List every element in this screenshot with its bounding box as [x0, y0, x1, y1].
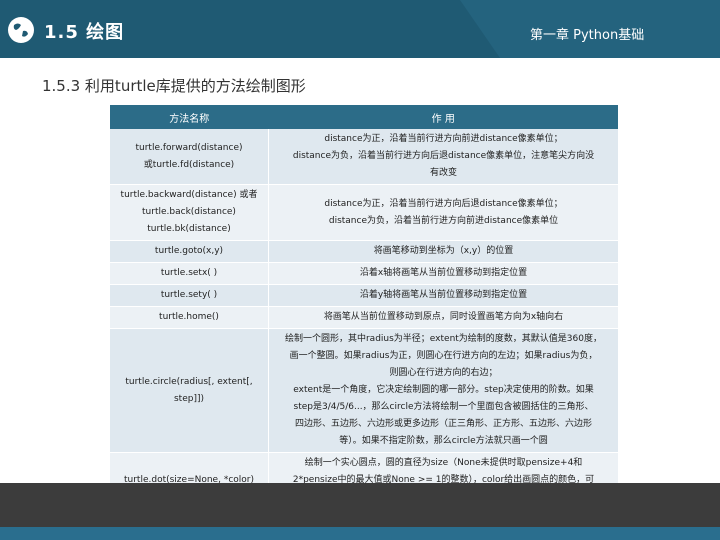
- column-header-effect: 作 用: [268, 105, 618, 129]
- section-title: 1.5 绘图: [44, 22, 125, 43]
- method-cell: turtle.backward(distance) 或者 turtle.back(…: [110, 184, 269, 241]
- table-row: turtle.sety( ) 沿着y轴将画笔从当前位置移动到指定位置: [110, 284, 618, 307]
- effect-line: 四边形、五边形、六边形或更多边形（正三角形、正方形、五边形、六边形: [294, 419, 592, 429]
- effect-cell: 绘制一个圆形，其中radius为半径；extent为绘制的度数，其默认值是360…: [268, 328, 618, 453]
- page-subtitle: 1.5.3 利用turtle库提供的方法绘制图形: [42, 77, 306, 95]
- table-row: turtle.home() 将画笔从当前位置移动到原点，同时设置画笔方向为x轴向右: [110, 306, 618, 329]
- effect-line: 绘制一个圆形，其中radius为半径；extent为绘制的度数，其默认值是360…: [284, 334, 602, 344]
- effect-line: 则圆心在行进方向的右边；: [389, 368, 498, 378]
- method-line: turtle.back(distance): [142, 207, 236, 217]
- effect-line: 将画笔从当前位置移动到原点，同时设置画笔方向为x轴向右: [323, 312, 564, 322]
- effect-cell: 将画笔移动到坐标为（x,y）的位置: [268, 240, 618, 263]
- footer-accent-line: [0, 527, 720, 540]
- effect-line: distance为正，沿着当前行进方向后退distance像素单位；: [324, 198, 563, 209]
- method-line: turtle.backward(distance) 或者: [120, 190, 258, 200]
- methods-table: 方法名称 作 用 turtle.forward(distance) 或turtle…: [110, 105, 618, 509]
- effect-line: 等）。如果不指定阶数，那么circle方法就只画一个圆: [339, 436, 548, 446]
- method-line: turtle.goto(x,y): [154, 246, 224, 256]
- effect-line: 画一个整圆。如果radius为正，则圆心在行进方向的左边；如果radius为负，: [289, 351, 598, 361]
- table-row: turtle.backward(distance) 或者 turtle.back(…: [110, 184, 618, 241]
- effect-cell: 沿着y轴将画笔从当前位置移动到指定位置: [268, 284, 618, 307]
- effect-line: 有改变: [429, 168, 457, 178]
- method-cell: turtle.forward(distance) 或turtle.fd(dista…: [110, 129, 269, 185]
- effect-line: 沿着y轴将画笔从当前位置移动到指定位置: [359, 290, 528, 300]
- effect-cell: distance为正，沿着当前行进方向后退distance像素单位； distan…: [268, 184, 618, 241]
- globe-icon: [8, 17, 34, 43]
- chapter-title: 第一章 Python基础: [530, 28, 645, 43]
- method-cell: turtle.setx( ): [110, 262, 269, 285]
- effect-line: distance为负，沿着当前行进方向后退distance像素单位，注意笔尖方向…: [292, 151, 595, 161]
- effect-cell: 将画笔从当前位置移动到原点，同时设置画笔方向为x轴向右: [268, 306, 618, 329]
- effect-line: distance为正，沿着当前行进方向前进distance像素单位；: [324, 134, 563, 144]
- method-line: turtle.setx( ): [160, 268, 218, 278]
- method-cell: turtle.sety( ): [110, 284, 269, 307]
- effect-line: 绘制一个实心圆点，圆的直径为size（None未提供时取pensize+4和: [304, 458, 583, 468]
- table-header-row: 方法名称 作 用: [110, 105, 618, 129]
- method-line: turtle.circle(radius[, extent[,: [125, 376, 253, 387]
- table-row: turtle.goto(x,y) 将画笔移动到坐标为（x,y）的位置: [110, 240, 618, 263]
- effect-line: extent是一个角度，它决定绘制圆的哪一部分。step决定使用的阶数。如果: [293, 385, 594, 395]
- table-row: turtle.circle(radius[, extent[, step]]) 绘制…: [110, 328, 618, 453]
- method-line: turtle.home(): [159, 312, 219, 322]
- header-notch: [460, 0, 500, 58]
- table-row: turtle.forward(distance) 或turtle.fd(dista…: [110, 129, 618, 185]
- method-line: turtle.forward(distance): [135, 142, 243, 153]
- table-row: turtle.setx( ) 沿着x轴将画笔从当前位置移动到指定位置: [110, 262, 618, 285]
- effect-line: 将画笔移动到坐标为（x,y）的位置: [373, 246, 514, 256]
- method-cell: turtle.goto(x,y): [110, 240, 269, 263]
- effect-line: distance为负，沿着当前行进方向前进distance像素单位: [328, 215, 559, 226]
- table-body: turtle.forward(distance) 或turtle.fd(dista…: [110, 129, 618, 509]
- effect-line: step是3/4/5/6...，那么circle方法将绘制一个里面包含被圆括住的…: [293, 402, 594, 412]
- method-line: turtle.sety( ): [160, 290, 218, 300]
- effect-cell: 沿着x轴将画笔从当前位置移动到指定位置: [268, 262, 618, 285]
- effect-cell: distance为正，沿着当前行进方向前进distance像素单位； distan…: [268, 129, 618, 185]
- method-cell: turtle.circle(radius[, extent[, step]]): [110, 328, 269, 453]
- method-line: 或turtle.fd(distance): [143, 159, 235, 170]
- method-cell: turtle.home(): [110, 306, 269, 329]
- method-line: turtle.bk(distance): [147, 224, 231, 234]
- method-line: step]]): [173, 393, 204, 404]
- effect-line: 沿着x轴将画笔从当前位置移动到指定位置: [359, 268, 528, 278]
- column-header-method: 方法名称: [110, 105, 269, 129]
